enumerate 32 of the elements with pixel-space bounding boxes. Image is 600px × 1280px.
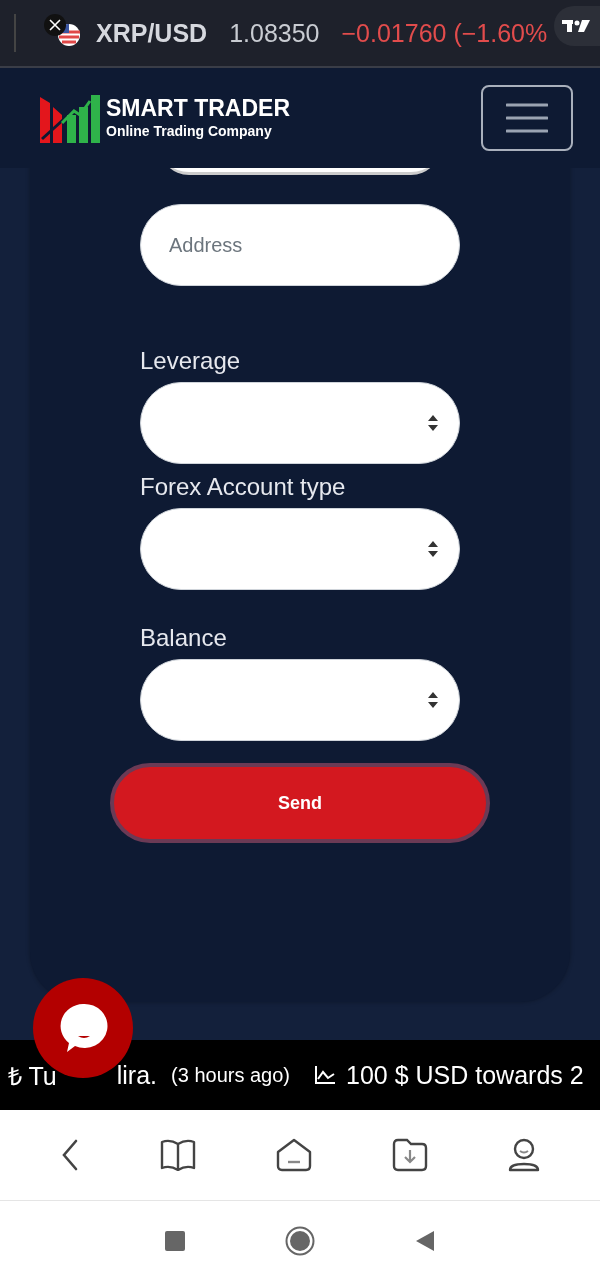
user-icon[interactable] xyxy=(508,1138,540,1172)
home-icon[interactable] xyxy=(285,1225,315,1256)
send-button[interactable]: Send xyxy=(110,763,490,843)
chart-bars-icon xyxy=(40,93,100,143)
close-icon[interactable] xyxy=(44,14,66,36)
back-icon[interactable] xyxy=(415,1229,435,1252)
recents-icon[interactable] xyxy=(165,1230,185,1251)
news-text: lira. xyxy=(116,1060,158,1090)
ticker-symbol: XRP/USD xyxy=(96,18,208,48)
field-label: Balance xyxy=(140,623,228,653)
field-label: Forex Account type xyxy=(140,472,347,502)
chart-icon xyxy=(314,1065,336,1085)
brand-name: SMART TRADER xyxy=(106,95,290,121)
ticker-price: 1.08350 xyxy=(229,18,320,48)
sort-arrows-icon xyxy=(427,414,439,432)
address-field[interactable]: Address xyxy=(140,204,460,286)
menu-button[interactable] xyxy=(481,85,573,151)
news-text: ₺ Tu xyxy=(8,1061,57,1092)
sort-arrows-icon xyxy=(427,691,439,709)
book-icon[interactable] xyxy=(160,1139,196,1171)
news-text: 100 $ USD towards 2 xyxy=(346,1060,584,1090)
brand-tagline: Online Trading Company xyxy=(106,122,273,141)
news-time: (3 hours ago) xyxy=(171,1063,290,1087)
home-icon[interactable] xyxy=(276,1138,312,1172)
back-icon[interactable] xyxy=(60,1139,80,1171)
sort-arrows-icon xyxy=(427,540,439,558)
logo-icon xyxy=(554,6,600,46)
download-folder-icon[interactable] xyxy=(392,1138,428,1172)
chat-icon xyxy=(58,1002,108,1054)
menu-icon xyxy=(506,102,548,134)
field-label: Leverage xyxy=(140,346,242,376)
ticker-change: −0.01760 (−1.60% xyxy=(341,18,548,48)
